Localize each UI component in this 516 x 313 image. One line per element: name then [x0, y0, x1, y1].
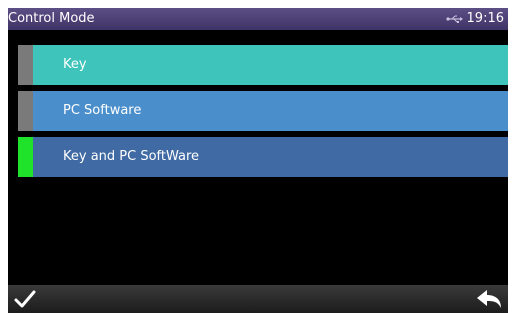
selection-indicator: [18, 45, 33, 85]
menu-item-key[interactable]: Key: [18, 45, 508, 85]
control-mode-screen: Control Mode 19:16 Key PC Software Key a…: [8, 8, 508, 313]
selection-indicator: [18, 137, 33, 177]
status-bar: Control Mode 19:16: [8, 8, 508, 30]
status-indicators: 19:16: [445, 11, 504, 27]
bottom-bar: [8, 285, 508, 313]
back-arrow-icon[interactable]: [474, 287, 504, 311]
check-icon[interactable]: [12, 287, 38, 311]
menu-item-pc-software[interactable]: PC Software: [18, 91, 508, 131]
screen-title: Control Mode: [8, 11, 95, 26]
usb-icon: [445, 15, 463, 23]
menu-item-label: Key: [63, 57, 87, 72]
selection-indicator: [18, 91, 33, 131]
clock-time: 19:16: [466, 11, 504, 26]
menu-item-label: Key and PC SoftWare: [63, 149, 200, 164]
menu-item-key-and-pc-software[interactable]: Key and PC SoftWare: [18, 137, 508, 177]
menu-item-label: PC Software: [63, 103, 142, 118]
